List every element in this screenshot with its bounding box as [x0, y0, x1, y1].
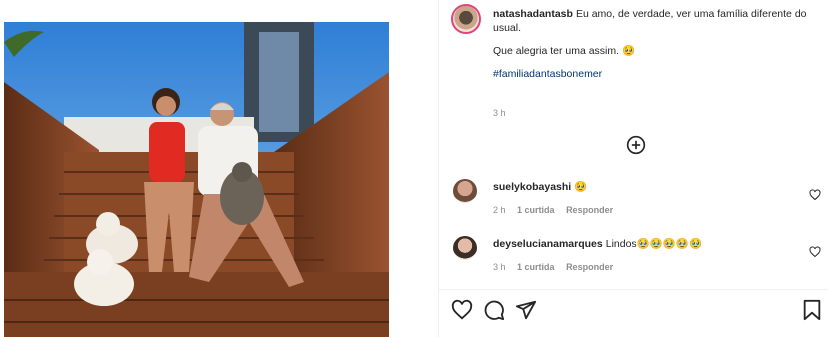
post-media-area	[0, 0, 438, 337]
post-photo[interactable]	[4, 22, 389, 337]
comment-likes[interactable]: 1 curtida	[517, 262, 555, 272]
comment-time[interactable]: 2 h	[493, 205, 506, 215]
comment-time[interactable]: 3 h	[493, 262, 506, 272]
load-more-comments-button[interactable]	[626, 135, 646, 155]
comment-body: suelykobayashi 🥹	[493, 180, 587, 194]
reply-button[interactable]: Responder	[566, 205, 613, 215]
commenter-username[interactable]: suelykobayashi	[493, 181, 571, 193]
comment-icon	[484, 300, 505, 321]
share-icon	[515, 300, 537, 320]
comment-likes[interactable]: 1 curtida	[517, 205, 555, 215]
commenter-username[interactable]: deyselucianamarques	[493, 238, 603, 250]
post-side-panel: natashadantasb Eu amo, de verdade, ver um…	[438, 0, 828, 337]
like-button[interactable]	[451, 299, 473, 321]
commenter-avatar[interactable]	[453, 179, 477, 203]
share-button[interactable]	[515, 299, 537, 321]
comment-item: suelykobayashi 🥹 2 h 1 curtida Responder	[451, 179, 821, 219]
like-comment-heart-icon[interactable]	[809, 246, 821, 258]
comment-meta: 3 h 1 curtida Responder	[493, 262, 622, 272]
hashtag-link[interactable]: #familiadantasbonemer	[493, 67, 828, 81]
bookmark-icon	[803, 299, 821, 321]
plus-circle-icon	[626, 135, 646, 155]
like-comment-heart-icon[interactable]	[809, 189, 821, 201]
comment-text: 🥹	[574, 181, 588, 193]
comment-meta: 2 h 1 curtida Responder	[493, 205, 622, 215]
heart-icon	[451, 299, 473, 320]
caption-text-2: Que alegria ter uma assim. 🥹	[493, 45, 636, 57]
caption: natashadantasb Eu amo, de verdade, ver um…	[493, 7, 828, 90]
comment-body: deyselucianamarques Lindos🥹🥹🥹🥹🥹	[493, 237, 702, 251]
commenter-avatar[interactable]	[453, 236, 477, 260]
reply-button[interactable]: Responder	[566, 262, 613, 272]
actions-divider	[439, 289, 828, 290]
author-avatar[interactable]	[451, 4, 481, 34]
post-actions-bar	[451, 299, 823, 321]
comment-item: deyselucianamarques Lindos🥹🥹🥹🥹🥹 3 h 1 cur…	[451, 236, 821, 276]
post-photo-image	[4, 22, 389, 337]
save-button[interactable]	[801, 299, 823, 321]
comment-text: Lindos🥹🥹🥹🥹🥹	[605, 238, 703, 250]
post-timestamp[interactable]: 3 h	[493, 108, 506, 118]
comment-button[interactable]	[483, 299, 505, 321]
author-username[interactable]: natashadantasb	[493, 8, 573, 20]
